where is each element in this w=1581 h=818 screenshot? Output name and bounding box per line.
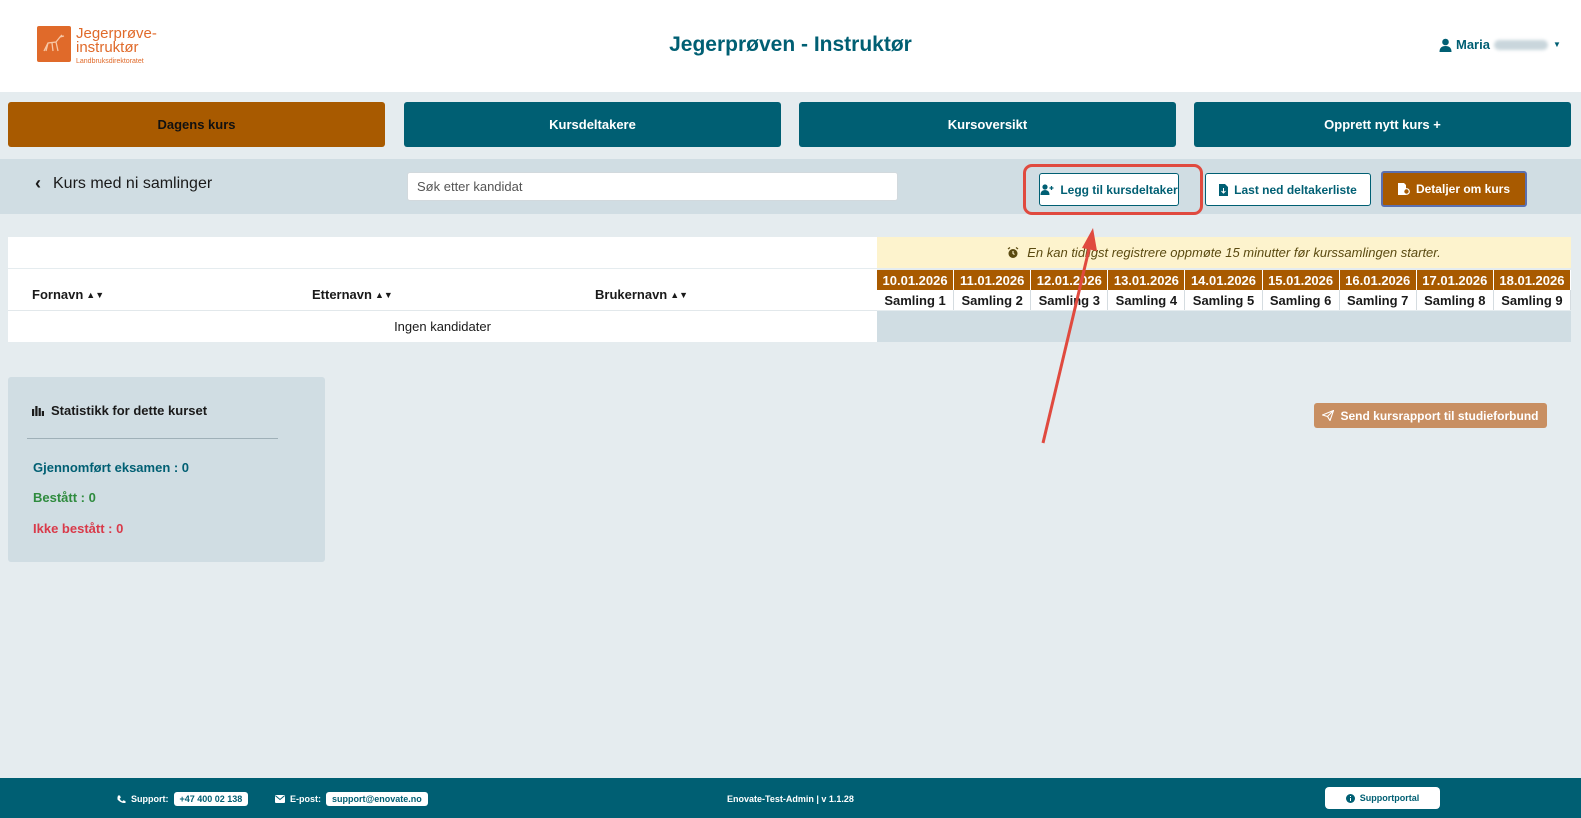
attendance-notice: En kan tidligst registrere oppmøte 15 mi… bbox=[877, 237, 1571, 268]
add-participant-button[interactable]: Legg til kursdeltaker bbox=[1039, 173, 1179, 206]
session-name: Samling 4 bbox=[1108, 290, 1186, 310]
session-date: 13.01.2026 bbox=[1108, 270, 1186, 290]
table-header bbox=[8, 269, 877, 311]
course-details-button[interactable]: Detaljer om kurs bbox=[1381, 171, 1527, 207]
column-label: Etternavn bbox=[312, 287, 372, 302]
course-details-label: Detaljer om kurs bbox=[1415, 182, 1511, 196]
session-date: 17.01.2026 bbox=[1416, 270, 1494, 290]
footer: Support: +47 400 02 138 E-post: support@… bbox=[0, 778, 1581, 818]
course-title: Kurs med ni samlinger bbox=[53, 174, 213, 192]
course-stats-card: Statistikk for dette kurset Gjennomført … bbox=[8, 377, 325, 562]
session-names-row: Samling 1 Samling 2 Samling 3 Samling 4 … bbox=[877, 290, 1571, 310]
session-dates-row: 10.01.2026 11.01.2026 12.01.2026 13.01.2… bbox=[877, 270, 1571, 290]
chevron-left-icon: ‹ bbox=[35, 173, 41, 193]
session-name: Samling 2 bbox=[954, 290, 1032, 310]
info-icon bbox=[1345, 793, 1355, 803]
download-list-label: Last ned deltakerliste bbox=[1234, 182, 1357, 197]
support-portal-button[interactable]: Supportportal bbox=[1325, 787, 1440, 809]
add-participant-label: Legg til kursdeltaker bbox=[1060, 182, 1178, 197]
file-settings-icon bbox=[1397, 183, 1410, 195]
page-title: Jegerprøven - Instruktør bbox=[669, 33, 912, 56]
stat-passed: Bestått : 0 bbox=[33, 490, 96, 505]
table-top-row bbox=[8, 237, 877, 268]
session-name: Samling 3 bbox=[1031, 290, 1109, 310]
session-name: Samling 1 bbox=[877, 290, 955, 310]
search-input[interactable] bbox=[407, 172, 898, 201]
nav-kursoversikt[interactable]: Kursoversikt bbox=[799, 102, 1176, 147]
sort-icon: ▲▼ bbox=[374, 289, 393, 300]
send-report-button[interactable]: Send kursrapport til studieforbund bbox=[1314, 403, 1547, 428]
session-date: 15.01.2026 bbox=[1262, 270, 1340, 290]
support-portal-label: Supportportal bbox=[1359, 793, 1420, 803]
divider bbox=[27, 438, 278, 439]
user-surname-redacted bbox=[1493, 39, 1548, 50]
column-header-fornavn[interactable]: Fornavn ▲▼ bbox=[32, 287, 104, 302]
nav-kursdeltakere[interactable]: Kursdeltakere bbox=[404, 102, 781, 147]
stat-failed: Ikke bestått : 0 bbox=[33, 521, 124, 536]
sort-icon: ▲▼ bbox=[86, 289, 105, 300]
session-date: 10.01.2026 bbox=[877, 270, 955, 290]
session-date: 18.01.2026 bbox=[1493, 270, 1571, 290]
session-date: 12.01.2026 bbox=[1031, 270, 1109, 290]
user-menu[interactable]: Maria ▼ bbox=[1439, 37, 1561, 52]
file-download-icon bbox=[1219, 183, 1229, 196]
session-date: 11.01.2026 bbox=[954, 270, 1032, 290]
column-label: Brukernavn bbox=[595, 287, 668, 302]
top-bar: Jegerprøve- instruktør Landbruksdirektor… bbox=[0, 0, 1581, 92]
chevron-down-icon: ▼ bbox=[1552, 40, 1561, 49]
session-name: Samling 6 bbox=[1263, 290, 1340, 310]
paper-plane-icon bbox=[1322, 410, 1335, 421]
session-name: Samling 7 bbox=[1340, 290, 1417, 310]
notice-text: En kan tidligst registrere oppmøte 15 mi… bbox=[1027, 245, 1441, 260]
sort-icon: ▲▼ bbox=[670, 289, 689, 300]
session-name: Samling 9 bbox=[1494, 290, 1571, 310]
stat-completed: Gjennomført eksamen : 0 bbox=[33, 460, 190, 475]
user-plus-icon bbox=[1040, 184, 1054, 195]
logo-text-line3: Landbruksdirektoratet bbox=[76, 58, 144, 65]
session-date: 16.01.2026 bbox=[1339, 270, 1417, 290]
session-empty-row bbox=[877, 311, 1571, 342]
send-report-label: Send kursrapport til studieforbund bbox=[1340, 408, 1539, 423]
bar-chart-icon bbox=[32, 406, 44, 416]
user-icon bbox=[1439, 38, 1452, 52]
nav-dagens-kurs[interactable]: Dagens kurs bbox=[8, 102, 385, 147]
column-header-etternavn[interactable]: Etternavn ▲▼ bbox=[312, 287, 393, 302]
stats-title: Statistikk for dette kurset bbox=[51, 403, 208, 418]
column-header-brukernavn[interactable]: Brukernavn ▲▼ bbox=[595, 287, 688, 302]
session-name: Samling 5 bbox=[1185, 290, 1263, 310]
session-date: 14.01.2026 bbox=[1185, 270, 1263, 290]
column-label: Fornavn bbox=[32, 287, 84, 302]
nav-opprett-nytt-kurs[interactable]: Opprett nytt kurs + bbox=[1194, 102, 1571, 147]
user-name: Maria bbox=[1456, 37, 1490, 52]
empty-table-message: Ingen kandidater bbox=[8, 311, 877, 342]
back-link[interactable]: ‹ Kurs med ni samlinger bbox=[35, 173, 212, 194]
download-list-button[interactable]: Last ned deltakerliste bbox=[1205, 173, 1371, 206]
alarm-clock-icon bbox=[1007, 246, 1019, 258]
session-name: Samling 8 bbox=[1417, 290, 1494, 310]
